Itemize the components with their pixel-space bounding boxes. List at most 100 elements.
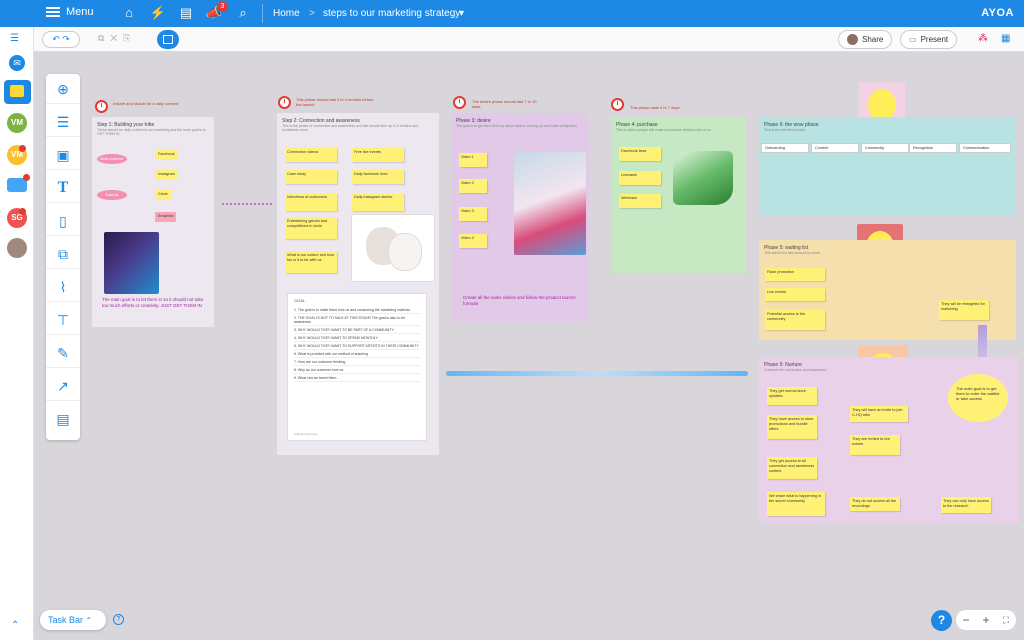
select-tool-button[interactable] bbox=[157, 30, 179, 49]
list-icon[interactable]: ▤ bbox=[177, 4, 195, 22]
chevron-up-icon[interactable]: ⌃ bbox=[11, 620, 19, 631]
sticky-note[interactable]: Entertaining games and competitions in c… bbox=[285, 217, 337, 239]
mindmap-tool[interactable]: ⊤ bbox=[46, 305, 80, 335]
monster-image[interactable] bbox=[104, 232, 159, 294]
phase3-panel[interactable]: Phase 3: desire The goal is to get them … bbox=[451, 113, 589, 321]
board-tool[interactable]: ⧉ bbox=[46, 239, 80, 269]
sticky-note[interactable]: Livecasts bbox=[619, 171, 661, 185]
taskbar-toggle[interactable]: Task Bar ⌃ bbox=[40, 610, 106, 630]
mindmap-branch[interactable]: Circle bbox=[155, 190, 171, 200]
phase5-nurture-panel[interactable]: Phase 5: Nurture Continue the connection… bbox=[759, 357, 1019, 523]
step2-panel[interactable]: Step 2: Connection and awareness This is… bbox=[277, 113, 439, 455]
app-logo: AYOA bbox=[981, 7, 1014, 19]
tasks-icon[interactable]: ☰ bbox=[10, 34, 24, 44]
home-icon[interactable]: ⌂ bbox=[120, 4, 138, 22]
attachment-tool[interactable]: ⌇ bbox=[46, 272, 80, 302]
member-avatar-photo[interactable] bbox=[7, 238, 27, 258]
phase4-panel[interactable]: Phase 4: purchase This is where people w… bbox=[611, 117, 746, 273]
sticky-note[interactable]: Video 3 bbox=[459, 207, 487, 221]
sticky-note[interactable]: They will be retargeted for marketing bbox=[939, 300, 989, 320]
child-photo[interactable] bbox=[514, 152, 586, 255]
sticky-note[interactable]: Daily facebook lives bbox=[352, 170, 404, 184]
sticky-note[interactable]: They do not access all the recordings bbox=[850, 497, 900, 511]
board-settings-icon[interactable]: ▦ bbox=[1001, 33, 1010, 44]
goal-bubble[interactable]: The main goal is to get them to enter th… bbox=[948, 374, 1008, 422]
sticky-note[interactable]: Potential access to the community bbox=[765, 310, 825, 330]
sticky-note[interactable]: Flash promotion bbox=[765, 268, 825, 281]
breadcrumb-home[interactable]: Home bbox=[273, 8, 300, 19]
present-button[interactable]: ▭ Present bbox=[900, 30, 958, 49]
breadcrumb-current[interactable]: steps to our marketing strategy bbox=[323, 8, 460, 19]
zoom-in-button[interactable]: + bbox=[976, 610, 996, 630]
pen-tool[interactable]: ✎ bbox=[46, 338, 80, 368]
goal-card[interactable]: GOAL 1. The goal is to make them love us… bbox=[287, 293, 427, 441]
timing-note: Instant and should be a daily content bbox=[113, 101, 179, 106]
timing-note: This phase should last 3 to 4 months bef… bbox=[296, 97, 374, 107]
notifications-icon[interactable]: 📣 3 bbox=[205, 1, 228, 22]
clock-icon bbox=[453, 96, 466, 109]
list-tool[interactable]: ☰ bbox=[46, 107, 80, 137]
sticky-note[interactable]: Connection videos bbox=[285, 148, 337, 162]
sticky-note[interactable]: They get access to all connection and aw… bbox=[767, 457, 817, 479]
sticky-note[interactable]: Video 4 bbox=[459, 234, 487, 248]
frame-tool[interactable]: ▤ bbox=[46, 404, 80, 434]
help-small-icon[interactable]: ? bbox=[113, 614, 124, 625]
sticky-note[interactable]: We share what is happening in the secret… bbox=[767, 492, 825, 516]
mindmap-branch[interactable]: Facebook bbox=[155, 150, 178, 160]
sticky-note[interactable]: Video 1 bbox=[459, 153, 487, 167]
chevron-down-icon[interactable]: ▾ bbox=[459, 8, 464, 19]
sticky-note[interactable]: Facebook lives bbox=[619, 147, 661, 161]
team-icon[interactable] bbox=[7, 174, 30, 192]
help-button[interactable]: ? bbox=[931, 610, 952, 631]
sticky-note[interactable]: What is our culture and how fun is it to… bbox=[285, 251, 337, 273]
document-tool[interactable]: ▯ bbox=[46, 206, 80, 236]
activity-icon[interactable]: ⚡ bbox=[149, 4, 167, 22]
sticky-note[interactable]: They can only have access to the researc… bbox=[941, 497, 991, 513]
image-tool[interactable]: ▣ bbox=[46, 140, 80, 170]
text-tool[interactable]: T bbox=[46, 173, 80, 203]
connector-arrow bbox=[222, 203, 272, 205]
member-avatar[interactable]: SG bbox=[7, 208, 27, 228]
panel-subtitle: Continue the connection and awareness bbox=[764, 368, 827, 372]
sticky-note[interactable]: They are invited to live events bbox=[850, 435, 900, 455]
sticky-note[interactable]: Interviews of customers bbox=[285, 193, 337, 211]
arrow-tool[interactable]: ↗ bbox=[46, 371, 80, 401]
undo-redo-group[interactable]: ↶ ↷ bbox=[42, 31, 80, 48]
menu-button[interactable]: Menu bbox=[46, 6, 94, 18]
edit-tools[interactable]: ⧉✕⎘ bbox=[98, 33, 136, 44]
topic-tag[interactable]: Community bbox=[861, 143, 909, 153]
mindmap-branch[interactable]: Email list bbox=[155, 212, 177, 222]
topic-tag[interactable]: Onboarding bbox=[761, 143, 809, 153]
add-idea-tool[interactable]: ⊕ bbox=[46, 74, 80, 104]
topic-tag[interactable]: Content bbox=[811, 143, 859, 153]
sticky-note[interactable]: They get normal store updates bbox=[767, 387, 817, 405]
board-nav-active[interactable] bbox=[4, 80, 31, 104]
sticky-note[interactable]: Daily instagram stories bbox=[352, 193, 404, 211]
phase6-panel[interactable]: Phase 6: the wow phase This is the reten… bbox=[759, 117, 1016, 215]
money-image[interactable] bbox=[673, 151, 733, 205]
mindmap-node[interactable]: Build list bbox=[97, 190, 127, 200]
sticky-note[interactable]: They have access to store promotions and… bbox=[767, 415, 817, 439]
zoom-out-button[interactable]: − bbox=[956, 610, 976, 630]
member-avatar[interactable]: VM bbox=[7, 145, 27, 165]
sticky-note[interactable]: Case study bbox=[285, 170, 337, 184]
sticky-note[interactable]: Free live events bbox=[352, 148, 404, 162]
sticky-note[interactable]: They will have an invite to join C-HQ tr… bbox=[850, 406, 908, 422]
chat-icon[interactable]: ✉ bbox=[9, 55, 25, 71]
sticky-note[interactable]: Video 2 bbox=[459, 179, 487, 193]
timing-note: This phase lasts 4 to 7 days bbox=[630, 105, 680, 110]
search-icon[interactable]: ⌕ bbox=[234, 4, 252, 22]
topic-tag[interactable]: Communication bbox=[959, 143, 1011, 153]
mindmap-branch[interactable]: Instagram bbox=[155, 170, 178, 180]
step1-panel[interactable]: Step 1: Building your tribe These should… bbox=[92, 117, 214, 327]
palette-icon[interactable]: ⁂ bbox=[978, 33, 988, 44]
clock-icon bbox=[278, 96, 291, 109]
sticky-note[interactable]: Webinars bbox=[619, 194, 661, 208]
sticky-note[interactable]: Live events bbox=[765, 288, 825, 301]
member-avatar[interactable]: VM bbox=[7, 113, 27, 133]
cat-sticker-image[interactable] bbox=[351, 214, 435, 282]
topic-tag[interactable]: Recognition bbox=[909, 143, 957, 153]
mindmap-node[interactable]: Build audience bbox=[97, 154, 127, 164]
fit-screen-icon[interactable]: ⛶ bbox=[996, 610, 1016, 630]
share-button[interactable]: Share bbox=[838, 30, 893, 49]
